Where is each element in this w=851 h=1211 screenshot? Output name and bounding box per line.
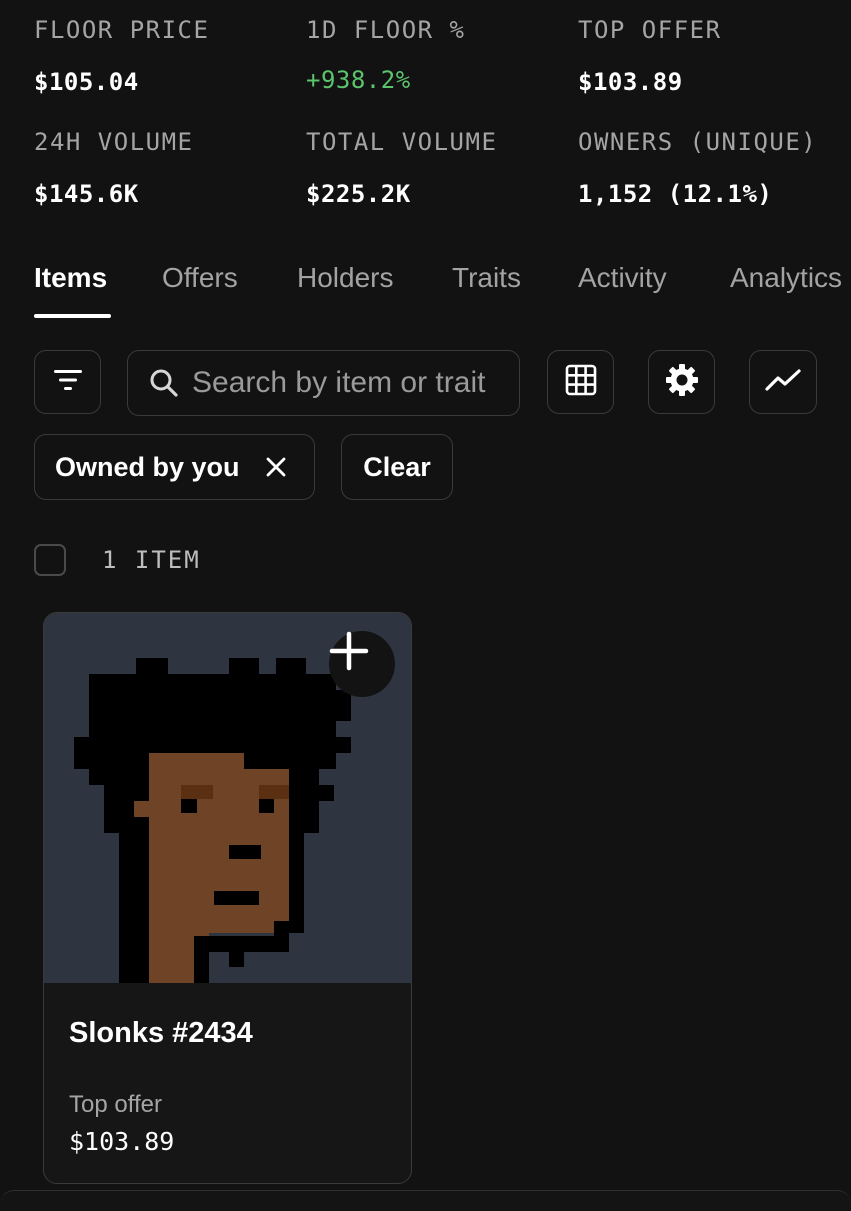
stat-total-volume: TOTAL VOLUME $225.2K (306, 128, 566, 208)
tab-traits[interactable]: Traits (452, 262, 521, 294)
stat-label: OWNERS (UNIQUE) (578, 128, 818, 156)
tab-analytics[interactable]: Analytics (730, 262, 842, 294)
stat-value: +938.2% (306, 66, 411, 94)
stat-24h-volume: 24H VOLUME $145.6K (34, 128, 294, 208)
tab-items[interactable]: Items (34, 262, 107, 294)
chip-label: Owned by you (55, 451, 240, 482)
stat-label: FLOOR PRICE (34, 16, 210, 44)
filter-button[interactable] (34, 350, 101, 414)
tab-activity[interactable]: Activity (578, 262, 667, 294)
stat-value: $145.6K (34, 180, 139, 208)
tab-offers[interactable]: Offers (162, 262, 238, 294)
stat-value: $225.2K (306, 180, 411, 208)
stat-label: 1D FLOOR % (306, 16, 466, 44)
settings-button[interactable] (648, 350, 715, 414)
owned-by-you-chip[interactable]: Owned by you (34, 434, 315, 500)
stat-label: TOTAL VOLUME (306, 128, 498, 156)
stat-label: 24H VOLUME (34, 128, 194, 156)
stat-value: $105.04 (34, 68, 139, 96)
item-image (44, 613, 411, 983)
tab-holders[interactable]: Holders (297, 262, 393, 294)
item-card[interactable]: Slonks #2434 Top offer $103.89 (43, 612, 412, 1184)
filter-icon (52, 367, 84, 398)
select-all-checkbox[interactable] (34, 544, 66, 576)
bottom-sheet-edge (0, 1190, 851, 1211)
search-icon (128, 367, 180, 399)
stat-floor-price: FLOOR PRICE $105.04 (34, 16, 294, 96)
stat-value: 1,152 (12.1%) (578, 180, 773, 208)
grid-icon (564, 363, 598, 402)
stat-floor-change: 1D FLOOR % +938.2% (306, 16, 566, 94)
search-input[interactable] (192, 366, 502, 400)
active-tab-indicator (34, 314, 111, 318)
trend-chart-icon (764, 367, 802, 398)
close-icon[interactable] (264, 455, 288, 479)
add-to-cart-button[interactable] (329, 631, 395, 697)
item-name[interactable]: Slonks #2434 (69, 1017, 253, 1050)
item-count: 1 ITEM (102, 546, 201, 574)
search-box[interactable] (127, 350, 520, 416)
top-offer-label: Top offer (69, 1091, 162, 1118)
stat-owners: OWNERS (UNIQUE) 1,152 (12.1%) (578, 128, 838, 208)
grid-view-button[interactable] (547, 350, 614, 414)
chart-view-button[interactable] (749, 350, 817, 414)
stat-value: $103.89 (578, 68, 683, 96)
clear-button[interactable]: Clear (341, 434, 453, 500)
stat-label: TOP OFFER (578, 16, 722, 44)
stat-top-offer: TOP OFFER $103.89 (578, 16, 838, 96)
gear-icon (664, 362, 700, 403)
top-offer-value: $103.89 (69, 1127, 175, 1156)
